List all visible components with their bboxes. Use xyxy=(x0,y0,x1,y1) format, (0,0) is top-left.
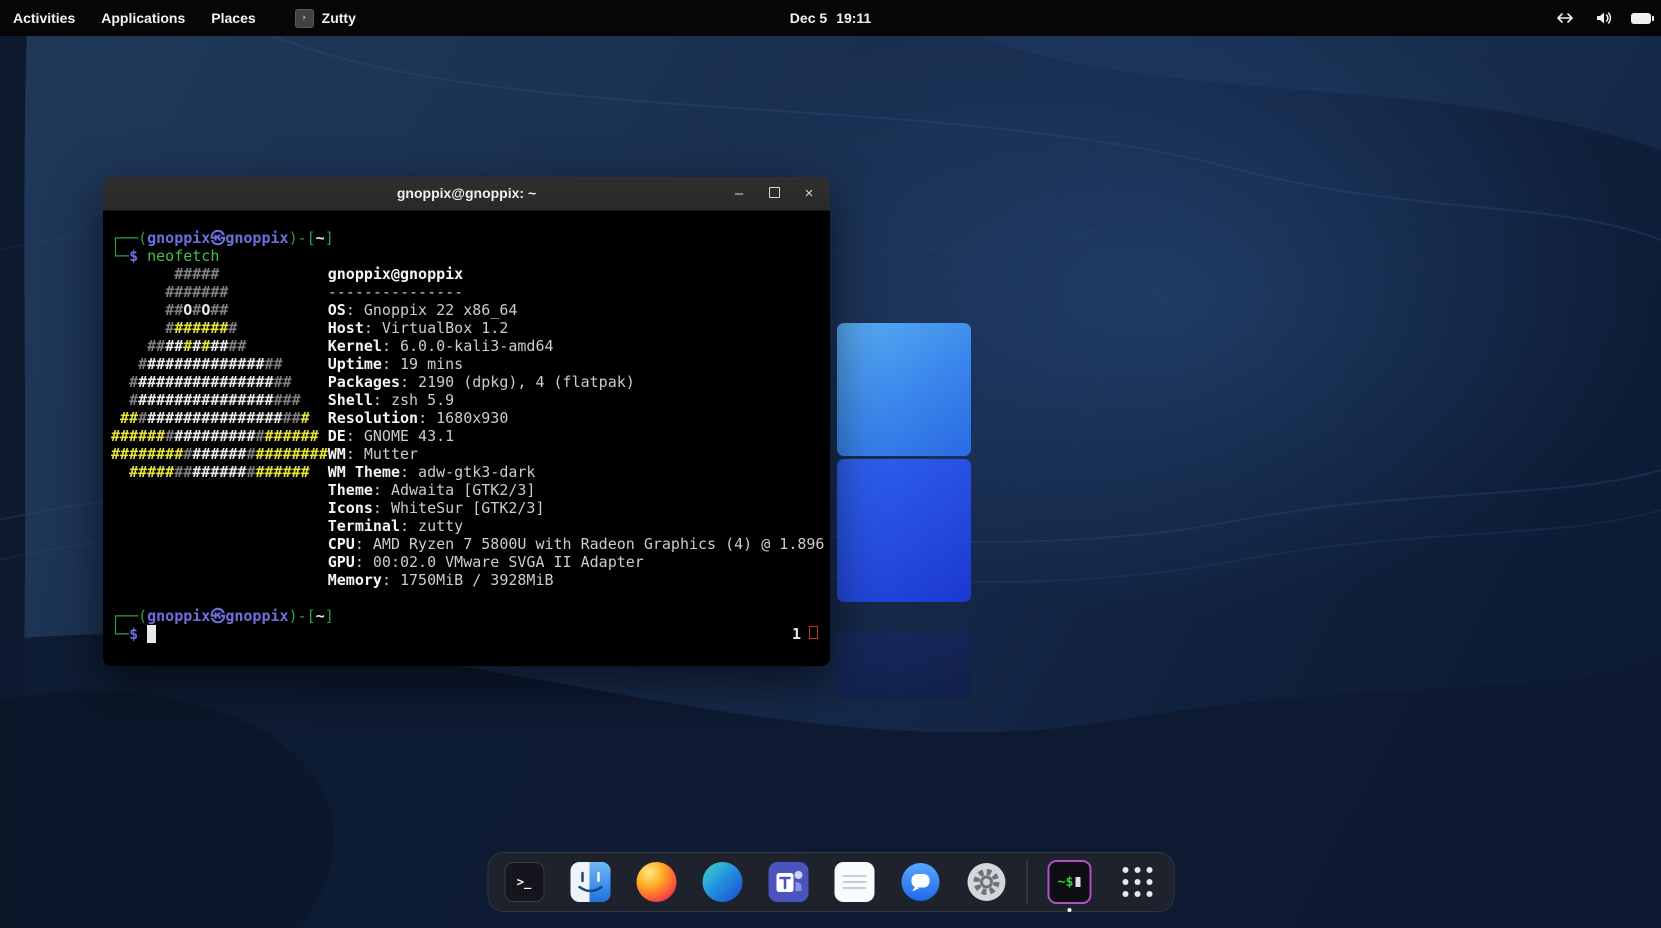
terminal-line: └─$ 1 xyxy=(111,625,830,643)
battery-icon xyxy=(1631,13,1651,24)
focused-app-indicator[interactable]: › Zutty xyxy=(295,9,356,28)
terminal-line: ########################WM: Mutter xyxy=(111,445,830,463)
app-grid-icon xyxy=(1119,864,1155,900)
system-status-area[interactable] xyxy=(1553,0,1651,36)
terminal-line: └─$ neofetch xyxy=(111,247,830,265)
terminal-line: Memory: 1750MiB / 3928MiB xyxy=(111,571,830,589)
console-icon: >_ xyxy=(504,862,544,902)
top-bar: Activities Applications Places › Zutty D… xyxy=(0,0,1661,36)
terminal-line: Theme: Adwaita [GTK2/3] xyxy=(111,481,830,499)
clock-date: Dec 5 xyxy=(790,10,827,26)
teams-icon xyxy=(768,862,808,902)
maximize-button[interactable] xyxy=(765,185,783,202)
running-indicator-dot xyxy=(1067,908,1071,912)
wallpaper-logo-bottom-square xyxy=(837,459,971,602)
missing-glyph-icon xyxy=(809,626,818,639)
zutty-app-icon: › xyxy=(295,9,314,28)
terminal-line: ####### --------------- xyxy=(111,283,830,301)
close-button[interactable]: × xyxy=(800,185,818,202)
desktop[interactable]: Activities Applications Places › Zutty D… xyxy=(0,0,1661,928)
dock-item-app-grid[interactable] xyxy=(1117,862,1157,902)
dock-item-console[interactable]: >_ xyxy=(504,862,544,902)
terminal-line: GPU: 00:02.0 VMware SVGA II Adapter xyxy=(111,553,830,571)
zutty-icon: ~$ xyxy=(1047,860,1091,904)
terminal-line: ################## Packages: 2190 (dpkg)… xyxy=(111,373,830,391)
terminal-line: ########### Kernel: 6.0.0-kali3-amd64 xyxy=(111,337,830,355)
volume-icon xyxy=(1594,10,1614,26)
terminal-line: ################### Shell: zsh 5.9 xyxy=(111,391,830,409)
dock: >_ xyxy=(487,852,1174,912)
wallpaper-logo-top-square xyxy=(837,323,971,456)
wallpaper-logo-dim-square xyxy=(837,632,971,699)
terminal-line: CPU: AMD Ryzen 7 5800U with Radeon Graph… xyxy=(111,535,830,553)
terminal-line: Icons: WhiteSur [GTK2/3] xyxy=(111,499,830,517)
dock-item-zutty-active[interactable]: ~$ xyxy=(1047,860,1091,904)
messages-icon xyxy=(900,862,940,902)
terminal-line xyxy=(111,589,830,607)
firefox-icon xyxy=(636,862,676,902)
dock-item-settings[interactable] xyxy=(966,862,1006,902)
terminal-content[interactable]: ┌──(gnoppix㉿gnoppix)-[~]└─$ neofetch ###… xyxy=(103,211,830,666)
terminal-line: ####################### DE: GNOME 43.1 xyxy=(111,427,830,445)
terminal-line: ##### gnoppix@gnoppix xyxy=(111,265,830,283)
finder-face-icon xyxy=(570,862,610,902)
clock[interactable]: Dec 5 19:11 xyxy=(790,0,871,36)
dock-separator xyxy=(1026,860,1027,904)
places-menu[interactable]: Places xyxy=(198,0,268,36)
dock-item-messages[interactable] xyxy=(900,862,940,902)
dock-item-teams[interactable] xyxy=(768,862,808,902)
window-titlebar[interactable]: gnoppix@gnoppix: ~ – × xyxy=(103,177,830,211)
dock-item-files[interactable] xyxy=(570,862,610,902)
dock-item-firefox[interactable] xyxy=(636,862,676,902)
exit-status: 1 xyxy=(792,625,818,643)
minimize-button[interactable]: – xyxy=(730,185,748,202)
clock-time: 19:11 xyxy=(836,10,871,26)
terminal-line: ┌──(gnoppix㉿gnoppix)-[~] xyxy=(111,229,830,247)
terminal-line: ################ Uptime: 19 mins xyxy=(111,355,830,373)
network-arrows-icon xyxy=(1553,11,1577,25)
terminal-line: ┌──(gnoppix㉿gnoppix)-[~] xyxy=(111,607,830,625)
dock-item-text-editor[interactable] xyxy=(834,862,874,902)
terminal-line: ##O#O## OS: Gnoppix 22 x86_64 xyxy=(111,301,830,319)
maximize-icon xyxy=(769,187,780,198)
focused-app-label: Zutty xyxy=(322,10,356,26)
settings-gear-icon xyxy=(966,862,1006,902)
window-title: gnoppix@gnoppix: ~ xyxy=(103,177,830,210)
terminal-line: ######## Host: VirtualBox 1.2 xyxy=(111,319,830,337)
terminal-line: #################### WM Theme: adw-gtk3-… xyxy=(111,463,830,481)
activities-button[interactable]: Activities xyxy=(0,0,88,36)
text-editor-icon xyxy=(834,862,874,902)
terminal-line: ##################### Resolution: 1680x9… xyxy=(111,409,830,427)
dock-item-edge[interactable] xyxy=(702,862,742,902)
applications-menu[interactable]: Applications xyxy=(88,0,198,36)
terminal-line: Terminal: zutty xyxy=(111,517,830,535)
edge-icon xyxy=(702,862,742,902)
zutty-terminal-window: gnoppix@gnoppix: ~ – × ┌──(gnoppix㉿gnopp… xyxy=(103,177,830,666)
